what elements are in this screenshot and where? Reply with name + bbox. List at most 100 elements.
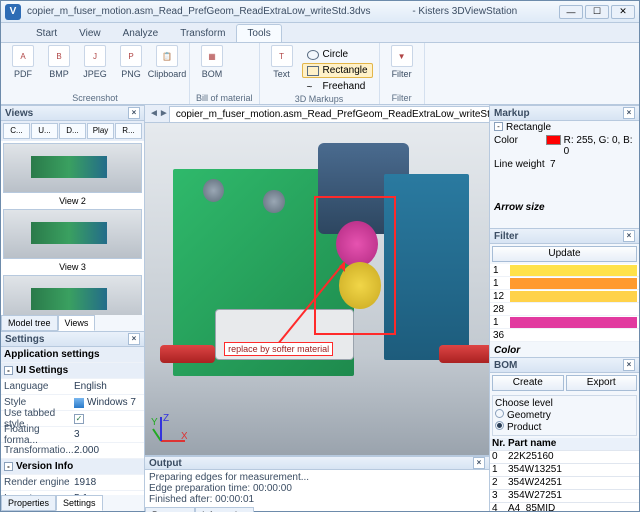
view-thumbnail[interactable] (3, 143, 142, 193)
markup-freehand-button[interactable]: ~Freehand (302, 79, 373, 94)
bom-export-button[interactable]: Export (566, 375, 638, 391)
setting-value: 1918 (74, 477, 96, 488)
tab-progress[interactable]: Progress (145, 507, 195, 512)
svg-text:Y: Y (151, 417, 158, 428)
document-tab[interactable]: copier_m_fuser_motion.asm_Read_PrefGeom_… (169, 106, 527, 122)
bom-col-nr[interactable]: Nr. (490, 438, 508, 450)
tabbed-checkbox[interactable]: ✓ (74, 414, 84, 424)
bom-row[interactable]: 022K25160 (490, 451, 639, 464)
setting-value[interactable]: 3 (74, 429, 80, 440)
filter-row[interactable]: 1 (490, 316, 639, 329)
maximize-button[interactable]: ☐ (585, 5, 609, 19)
bom-row[interactable]: 1354W13251 (490, 464, 639, 477)
markup-circle-button[interactable]: Circle (302, 47, 373, 62)
app-menu-button[interactable]: V (5, 4, 21, 20)
tab-views[interactable]: Views (58, 315, 96, 331)
screenshot-bmp-button[interactable]: BBMP (43, 45, 75, 79)
settings-panel-close[interactable]: × (128, 333, 140, 345)
filter-count: 12 (490, 291, 510, 302)
bom-panel-close[interactable]: × (623, 359, 635, 371)
annotation-label[interactable]: replace by softer material (224, 342, 333, 356)
markup-panel-close[interactable]: × (623, 107, 635, 119)
tab-analyze[interactable]: Analyze (112, 24, 170, 42)
filter-panel-close[interactable]: × (623, 230, 635, 242)
doc-next-button[interactable]: ► (159, 108, 169, 119)
bmp-icon: B (48, 45, 70, 67)
tab-transform[interactable]: Transform (169, 24, 236, 42)
tab-start[interactable]: Start (25, 24, 68, 42)
radio-product-label: Product (507, 422, 541, 433)
3d-viewport[interactable]: replace by softer material X Y Z (145, 123, 489, 455)
filter-color-swatch (510, 278, 637, 289)
setting-value[interactable]: Windows 7 (87, 397, 136, 408)
filter-button[interactable]: ▼Filter (386, 45, 418, 79)
tab-settings[interactable]: Settings (56, 495, 103, 511)
tab-model-tree[interactable]: Model tree (1, 315, 58, 331)
filter-row[interactable]: 36 (490, 329, 639, 342)
screenshot-jpeg-button[interactable]: JJPEG (79, 45, 111, 79)
views-tab-r[interactable]: R... (115, 123, 142, 139)
filter-icon: ▼ (391, 45, 413, 67)
views-panel-close[interactable]: × (128, 107, 140, 119)
tab-information[interactable]: Information (195, 507, 254, 512)
bom-row[interactable]: 3354W27251 (490, 490, 639, 503)
markup-rectangle-button[interactable]: Rectangle (302, 63, 373, 78)
axis-triad[interactable]: X Y Z (151, 413, 187, 449)
setting-label: Render engine (4, 477, 74, 488)
group-ui-settings[interactable]: UI Settings (16, 365, 68, 376)
setting-value[interactable]: 2.000 (74, 445, 99, 456)
screenshot-clipboard-button[interactable]: 📋Clipboard (151, 45, 183, 79)
views-tab-d[interactable]: D... (59, 123, 86, 139)
output-panel-title: Output (149, 458, 182, 469)
filter-color-swatch (510, 265, 637, 276)
filter-count: 1 (490, 265, 510, 276)
collapse-icon[interactable]: - (4, 462, 13, 471)
output-panel-close[interactable]: × (473, 457, 485, 469)
view-thumbnail[interactable] (3, 209, 142, 259)
tab-properties[interactable]: Properties (1, 495, 56, 511)
svg-text:X: X (181, 431, 187, 442)
radio-geometry[interactable] (495, 409, 504, 418)
filter-update-button[interactable]: Update (492, 246, 637, 262)
markup-lineweight-label: Line weight (494, 159, 550, 170)
bom-nr: 4 (490, 503, 508, 511)
bom-button[interactable]: ▦BOM (196, 45, 228, 79)
arrow-size-label: Arrow size (494, 202, 545, 213)
tab-tools[interactable]: Tools (236, 24, 281, 42)
bom-create-button[interactable]: Create (492, 375, 564, 391)
radio-product[interactable] (495, 421, 504, 430)
filter-color-swatch (510, 304, 637, 315)
collapse-icon[interactable]: - (494, 122, 503, 131)
markup-lineweight-value[interactable]: 7 (550, 159, 556, 170)
group-bom-label: Bill of material (196, 93, 253, 104)
color-swatch[interactable] (546, 135, 561, 145)
bom-part-name: 354W24251 (508, 477, 639, 489)
bom-nr: 3 (490, 490, 508, 502)
filter-count: 28 (490, 304, 510, 315)
screenshot-pdf-button[interactable]: APDF (7, 45, 39, 79)
app-settings-header[interactable]: Application settings (4, 349, 100, 360)
markup-rectangle-group[interactable]: Rectangle (506, 122, 551, 133)
collapse-icon[interactable]: - (4, 366, 13, 375)
minimize-button[interactable]: — (559, 5, 583, 19)
views-tab-u[interactable]: U... (31, 123, 58, 139)
bom-row[interactable]: 2354W24251 (490, 477, 639, 490)
clipboard-icon: 📋 (156, 45, 178, 67)
view-thumbnail[interactable] (3, 275, 142, 315)
bom-col-part[interactable]: Part name (508, 438, 639, 450)
views-tab-play[interactable]: Play (87, 123, 114, 139)
filter-row[interactable]: 12 (490, 290, 639, 303)
tab-view[interactable]: View (68, 24, 112, 42)
filter-row[interactable]: 1 (490, 264, 639, 277)
views-tab-c[interactable]: C... (3, 123, 30, 139)
filter-row[interactable]: 1 (490, 277, 639, 290)
filter-row[interactable]: 28 (490, 303, 639, 316)
close-button[interactable]: ✕ (611, 5, 635, 19)
doc-prev-button[interactable]: ◄ (149, 108, 159, 119)
setting-value[interactable]: English (74, 381, 107, 392)
screenshot-png-button[interactable]: PPNG (115, 45, 147, 79)
group-version-info[interactable]: Version Info (16, 461, 73, 472)
markup-text-button[interactable]: TText (266, 45, 298, 79)
bom-panel-title: BOM (494, 360, 517, 371)
bom-row[interactable]: 4A4_85MID (490, 503, 639, 511)
